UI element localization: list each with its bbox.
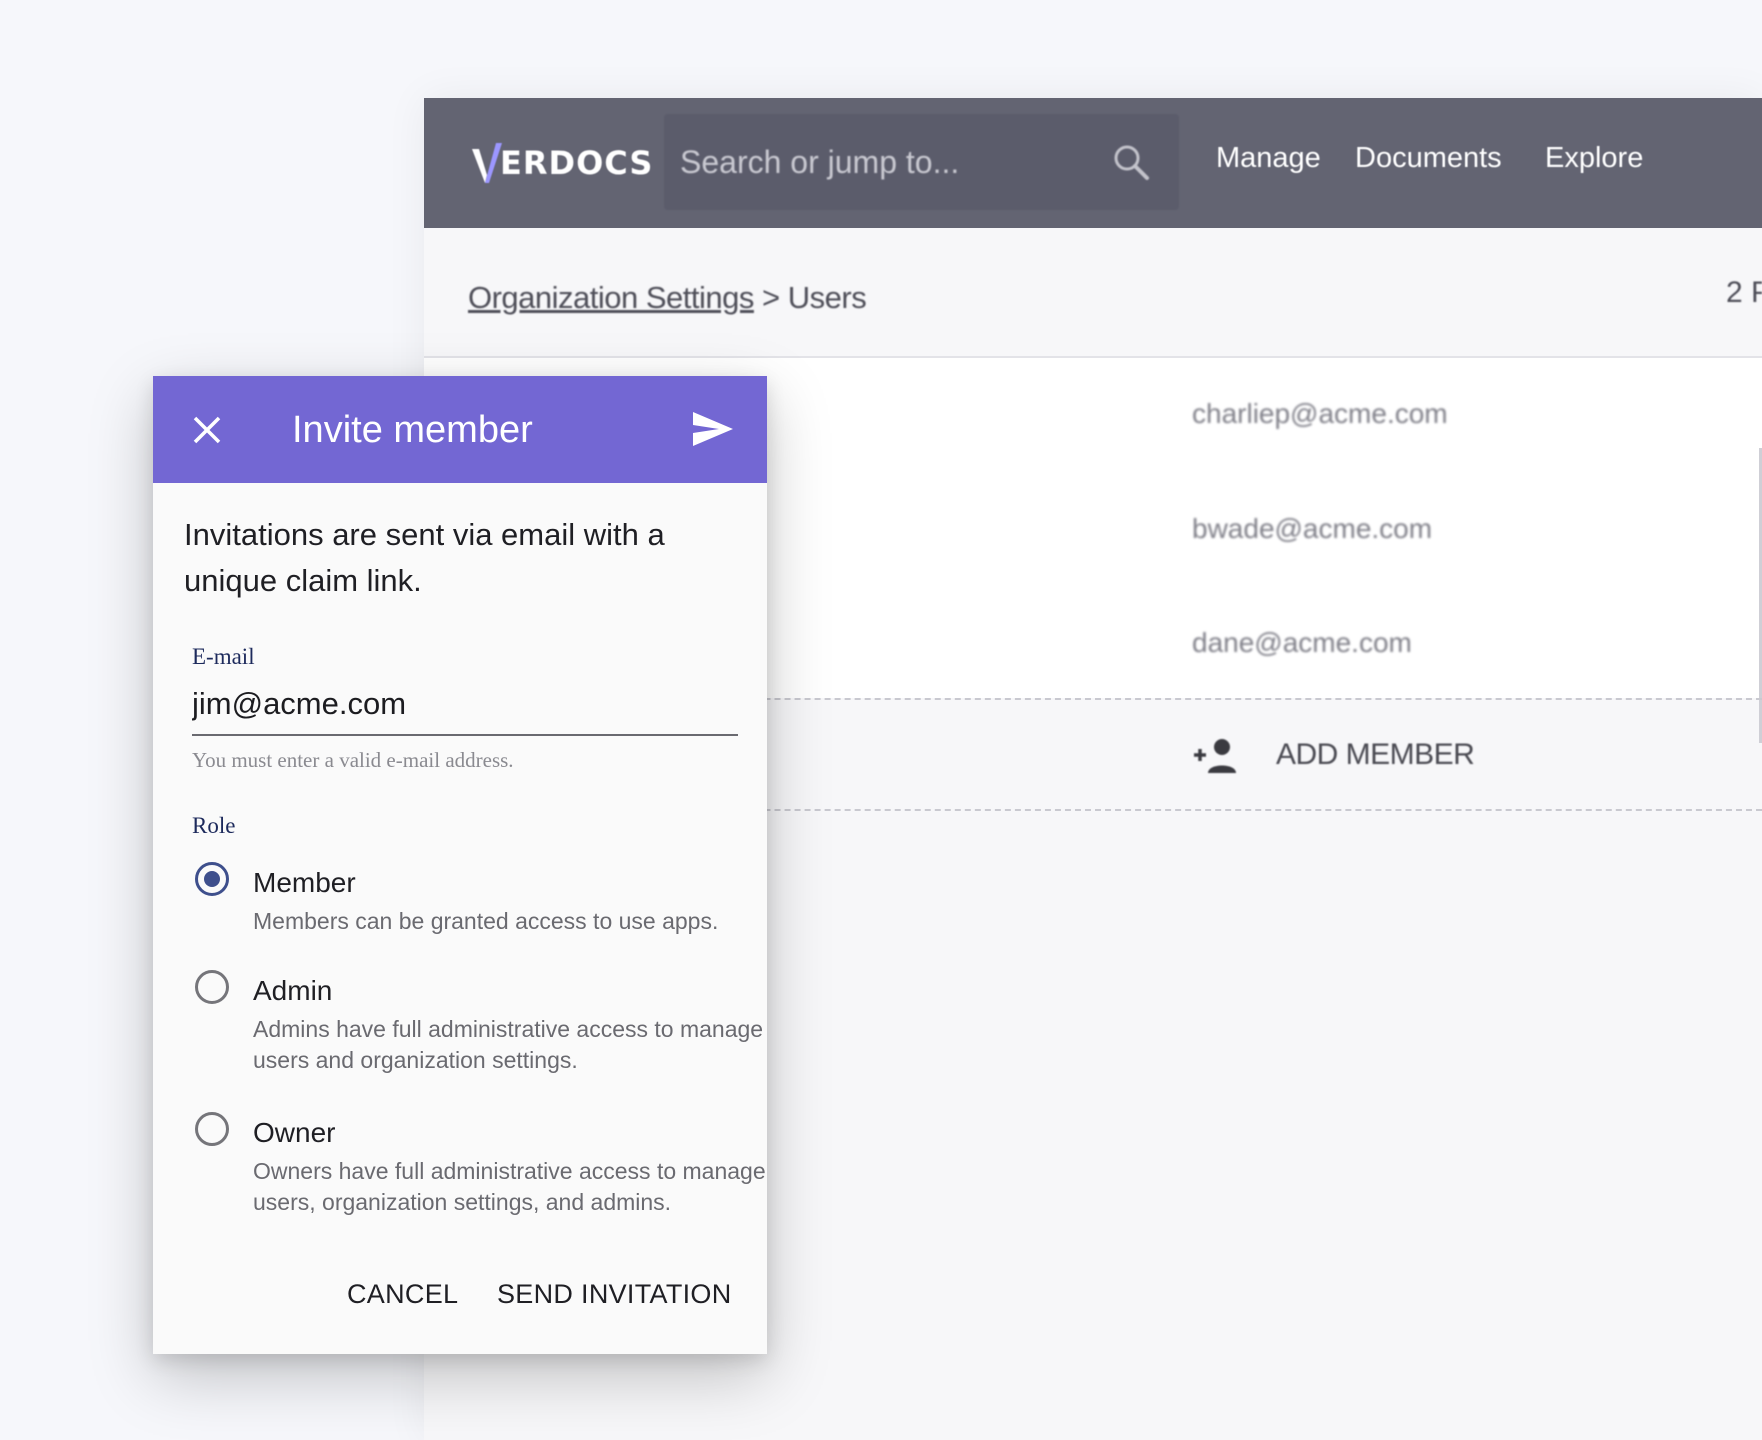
dialog-title: Invite member	[292, 409, 533, 451]
role-radio-owner[interactable]	[195, 1112, 229, 1146]
search-icon[interactable]	[1111, 142, 1151, 182]
nav-explore[interactable]: Explore	[1545, 142, 1643, 186]
email-hint: You must enter a valid e-mail address.	[192, 748, 514, 772]
add-member-label: ADD MEMBER	[1276, 738, 1475, 771]
role-option-description: Owners have full administrative access t…	[253, 1158, 766, 1215]
breadcrumb-users: Users	[787, 280, 867, 315]
breadcrumb-separator: >	[762, 280, 780, 315]
role-option-title[interactable]: Member	[253, 867, 356, 899]
add-member-button[interactable]: ADD MEMBER	[1192, 730, 1475, 780]
breadcrumb: Organization Settings > Users	[468, 280, 867, 316]
dialog-header: Invite member	[153, 376, 767, 483]
role-option-description: Members can be granted access to use app…	[253, 908, 719, 934]
page-indicator: 2 P	[1726, 276, 1762, 309]
role-option-description: Admins have full administrative access t…	[253, 1016, 764, 1073]
breadcrumb-organization-settings[interactable]: Organization Settings	[468, 280, 754, 315]
cancel-button[interactable]: CANCEL	[347, 1279, 458, 1310]
nav-documents[interactable]: Documents	[1355, 142, 1502, 186]
logo-text: ERDOCS	[500, 144, 654, 182]
invite-member-dialog: Invite member Invitations are sent via e…	[153, 376, 767, 1354]
v-logo-icon	[472, 143, 502, 183]
email-field[interactable]	[192, 678, 738, 736]
dialog-intro-text: Invitations are sent via email with a un…	[184, 517, 665, 598]
user-email[interactable]: dane@acme.com	[1192, 627, 1412, 659]
search-input[interactable]	[680, 134, 1100, 190]
role-option-title[interactable]: Owner	[253, 1117, 335, 1149]
email-label: E-mail	[192, 644, 255, 669]
close-icon[interactable]	[191, 414, 223, 446]
role-radio-admin[interactable]	[195, 970, 229, 1004]
send-invitation-button[interactable]: SEND INVITATION	[497, 1279, 732, 1310]
send-icon[interactable]	[691, 410, 735, 448]
top-navigation-bar: ERDOCS Manage Documents Explore	[424, 98, 1762, 228]
role-option-title[interactable]: Admin	[253, 975, 332, 1007]
role-radio-member[interactable]	[195, 862, 229, 896]
nav-manage[interactable]: Manage	[1216, 142, 1321, 186]
user-email[interactable]: bwade@acme.com	[1192, 513, 1432, 545]
add-person-icon	[1194, 739, 1236, 773]
role-label: Role	[192, 813, 236, 838]
verdocs-logo[interactable]: ERDOCS	[472, 138, 653, 188]
user-email[interactable]: charliep@acme.com	[1192, 398, 1448, 430]
search-box[interactable]	[664, 114, 1179, 210]
